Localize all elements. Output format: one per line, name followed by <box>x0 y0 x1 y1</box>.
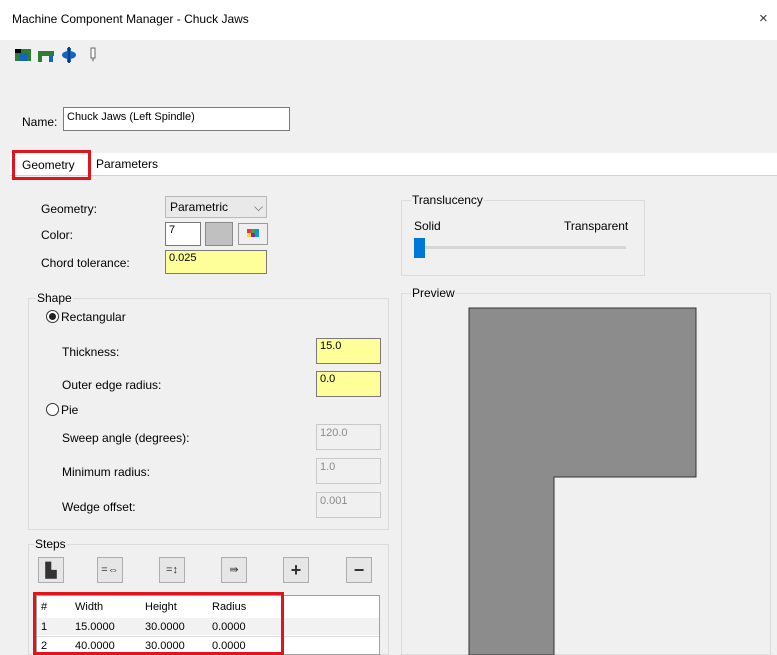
chevron-down-icon: ⌵ <box>254 200 264 214</box>
geometry-select[interactable]: Parametric ⌵ <box>165 196 267 218</box>
wedge-offset-input[interactable]: 0.001 <box>316 492 381 518</box>
steps-title: Steps <box>34 537 67 551</box>
thickness-label: Thickness: <box>62 345 120 359</box>
translucency-title: Translucency <box>411 193 484 207</box>
color-label: Color: <box>41 228 74 242</box>
translucency-slider-thumb[interactable] <box>414 238 425 258</box>
translucency-slider-track[interactable] <box>414 246 626 249</box>
name-input[interactable]: Chuck Jaws (Left Spindle) <box>63 107 290 131</box>
step-height-button[interactable]: =↕ <box>159 557 185 583</box>
name-label: Name: <box>22 115 58 129</box>
close-icon[interactable]: × <box>759 10 768 27</box>
tab-parameters[interactable]: Parameters <box>96 157 158 171</box>
tool-icon[interactable] <box>84 47 102 63</box>
jaw-preview-shape <box>468 307 697 655</box>
steps-table-highlight <box>33 592 284 655</box>
chord-tolerance-label: Chord tolerance: <box>41 256 130 270</box>
rectangular-label: Rectangular <box>61 310 126 324</box>
stock-icon[interactable] <box>14 47 32 63</box>
step-profile-button[interactable]: ▙ <box>38 557 64 583</box>
outer-edge-radius-input[interactable]: 0.0 <box>316 371 381 397</box>
geometry-label: Geometry: <box>41 202 98 216</box>
preview-title: Preview <box>411 286 456 300</box>
wedge-offset-label: Wedge offset: <box>62 500 136 514</box>
remove-step-button[interactable]: − <box>346 557 372 583</box>
color-picker-icon[interactable] <box>238 223 268 245</box>
thickness-input[interactable]: 15.0 <box>316 338 381 364</box>
color-swatch[interactable] <box>205 222 233 246</box>
toolbar <box>0 40 777 70</box>
translucency-solid-label: Solid <box>414 219 441 233</box>
outer-edge-radius-label: Outer edge radius: <box>62 378 162 392</box>
pie-label: Pie <box>61 403 79 417</box>
tab-geometry[interactable]: Geometry <box>22 158 75 172</box>
minimum-radius-label: Minimum radius: <box>62 465 151 479</box>
chuck-jaws-icon[interactable] <box>37 47 55 63</box>
add-step-button[interactable]: + <box>283 557 309 583</box>
geometry-select-value: Parametric <box>170 200 229 214</box>
chord-tolerance-input[interactable]: 0.025 <box>165 250 267 274</box>
translucency-transparent-label: Transparent <box>564 219 629 233</box>
minimum-radius-input[interactable]: 1.0 <box>316 458 381 484</box>
translucency-group <box>401 200 645 276</box>
step-width-button[interactable]: =⇔ <box>97 557 123 583</box>
shape-title: Shape <box>36 291 73 305</box>
sweep-angle-input[interactable]: 120.0 <box>316 424 381 450</box>
spindle-icon[interactable] <box>60 47 78 63</box>
step-radius-button[interactable]: ⇛ <box>221 557 247 583</box>
pie-radio[interactable] <box>46 403 59 416</box>
rectangular-radio[interactable] <box>46 310 59 323</box>
sweep-angle-label: Sweep angle (degrees): <box>62 431 190 445</box>
tab-divider <box>10 175 777 176</box>
window-title: Machine Component Manager - Chuck Jaws <box>12 12 249 26</box>
color-input[interactable]: 7 <box>165 222 201 246</box>
